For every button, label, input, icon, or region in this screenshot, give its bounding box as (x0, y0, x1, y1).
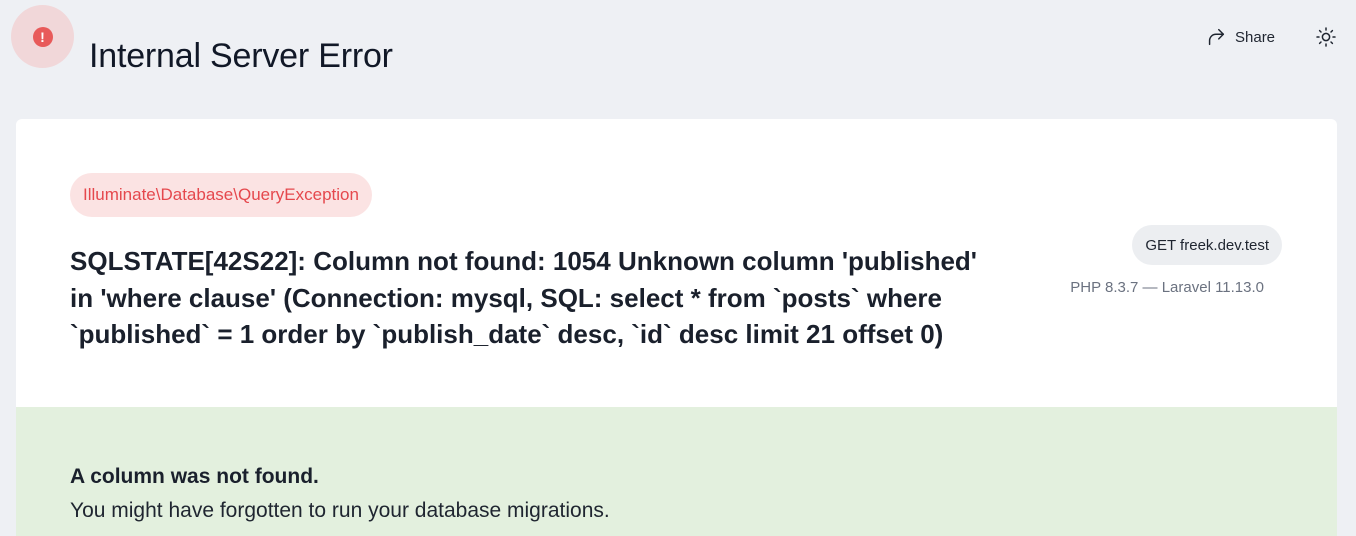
sun-icon (1314, 27, 1338, 53)
exception-class-badge[interactable]: Illuminate\Database\QueryException (70, 173, 372, 217)
version-info: PHP 8.3.7 — Laravel 11.13.0 (1070, 279, 1264, 296)
error-badge: ! (11, 5, 74, 68)
error-circle-icon: ! (32, 26, 53, 47)
share-button[interactable]: Share (1205, 24, 1275, 50)
solution-title: A column was not found. (70, 465, 319, 488)
page-title: Internal Server Error (89, 36, 393, 75)
share-label: Share (1235, 28, 1276, 46)
error-glyph: ! (40, 28, 45, 45)
solution-description: You might have forgotten to run your dat… (70, 499, 610, 522)
request-badge[interactable]: GET freek.dev.test (1132, 225, 1282, 265)
theme-toggle-button[interactable] (1314, 25, 1338, 49)
share-arrow-icon (1205, 26, 1227, 48)
top-bar: ! Internal Server Error Share (0, 0, 1356, 76)
solution-panel: A column was not found. You might have f… (16, 407, 1337, 536)
exception-message: SQLSTATE[42S22]: Column not found: 1054 … (70, 246, 977, 349)
exception-card: Illuminate\Database\QueryException SQLST… (16, 119, 1337, 536)
